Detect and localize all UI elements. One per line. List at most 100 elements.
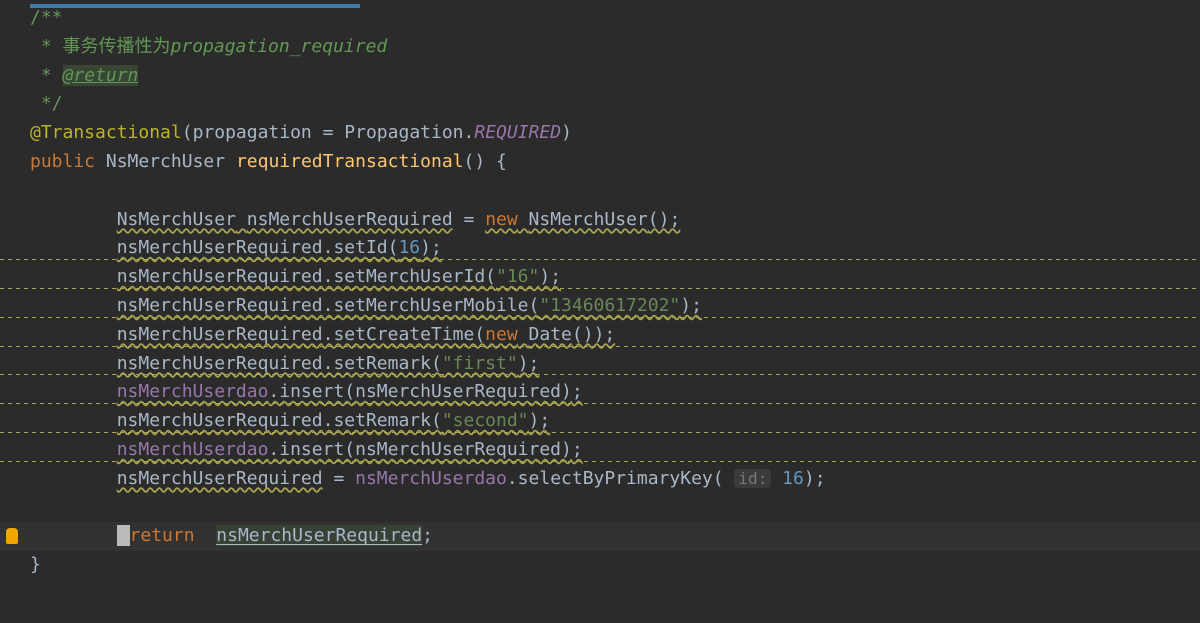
warning-underline — [0, 432, 1200, 433]
var: nsMerchUserRequired — [117, 324, 323, 345]
code-line[interactable]: nsMerchUserRequired.setCreateTime(new Da… — [0, 321, 1200, 350]
var: nsMerchUserRequired — [117, 410, 323, 431]
javadoc-close: */ — [30, 93, 63, 114]
code-line[interactable]: nsMerchUserdao.insert(nsMerchUserRequire… — [0, 378, 1200, 407]
arg: 16 — [398, 237, 420, 258]
call: .insert(nsMerchUserRequired) — [268, 381, 571, 402]
field: nsMerchUserdao — [117, 439, 269, 460]
var: nsMerchUserRequired — [247, 209, 453, 230]
code-line[interactable]: nsMerchUserRequired = nsMerchUserdao.sel… — [0, 465, 1200, 494]
kw-public: public — [30, 151, 95, 172]
field: nsMerchUserdao — [117, 381, 269, 402]
code-line[interactable]: * @return — [0, 62, 1200, 91]
javadoc-open: /** — [30, 7, 63, 28]
param-hint: id: — [734, 469, 771, 488]
caret — [117, 525, 130, 546]
paren: ) — [561, 122, 572, 143]
lhs: nsMerchUserRequired — [117, 468, 323, 489]
javadoc-prefix: * — [30, 36, 63, 57]
code-line[interactable]: nsMerchUserRequired.setRemark("second"); — [0, 407, 1200, 436]
warning-underline — [0, 288, 1200, 289]
warning-underline — [0, 346, 1200, 347]
arg: "first" — [442, 353, 518, 374]
call: .setRemark( — [323, 410, 442, 431]
eq: = — [323, 468, 356, 489]
var: nsMerchUserRequired — [117, 237, 323, 258]
tail: ); — [420, 237, 442, 258]
code-line[interactable]: NsMerchUser nsMerchUserRequired = new Ns… — [0, 206, 1200, 235]
javadoc-return-tag: @return — [63, 65, 139, 86]
code-line[interactable]: nsMerchUserRequired.setRemark("first"); — [0, 350, 1200, 379]
code-line[interactable]: nsMerchUserRequired.setMerchUserId("16")… — [0, 263, 1200, 292]
tail: ()); — [572, 324, 615, 345]
tail: ); — [518, 353, 540, 374]
call: .setMerchUserMobile( — [323, 295, 540, 316]
method-name: requiredTransactional — [236, 151, 464, 172]
tail: (); — [648, 209, 681, 230]
code-line[interactable]: nsMerchUserRequired.setId(16); — [0, 234, 1200, 263]
kw-return: return — [130, 525, 195, 546]
arg: "16" — [496, 266, 539, 287]
tail: ); — [529, 410, 551, 431]
paren: ( — [182, 122, 193, 143]
dot: . — [464, 122, 475, 143]
warning-underline — [0, 317, 1200, 318]
code-line[interactable]: * 事务传播性为propagation_required — [0, 33, 1200, 62]
code-line[interactable]: public NsMerchUser requiredTransactional… — [0, 148, 1200, 177]
javadoc-code: propagation_required — [171, 36, 388, 57]
call: .setId( — [323, 237, 399, 258]
warning-underline — [0, 259, 1200, 260]
warning-underline — [0, 403, 1200, 404]
eq: = — [453, 209, 486, 230]
code-line[interactable]: /** — [0, 4, 1200, 33]
arg: "13460617202" — [539, 295, 680, 316]
blank-line[interactable] — [0, 494, 1200, 523]
var: nsMerchUserRequired — [117, 266, 323, 287]
recv: nsMerchUserdao — [355, 468, 507, 489]
tail: ; — [572, 381, 583, 402]
tail: ; — [422, 525, 433, 546]
code-editor[interactable]: /** * 事务传播性为propagation_required * @retu… — [0, 4, 1200, 580]
code-line[interactable]: } — [0, 551, 1200, 580]
warning-underline — [0, 374, 1200, 375]
param-name: propagation — [193, 122, 312, 143]
javadoc-text: 事务传播性为 — [63, 36, 171, 57]
ctor-type: NsMerchUser — [529, 209, 648, 230]
editor-top-highlight — [30, 4, 360, 8]
return-type: NsMerchUser — [106, 151, 225, 172]
javadoc-prefix: * — [30, 65, 63, 86]
call: .setCreateTime( — [323, 324, 486, 345]
call: .selectByPrimaryKey( — [507, 468, 735, 489]
kw-new: new — [485, 209, 518, 230]
code-line[interactable]: nsMerchUserRequired.setMerchUserMobile("… — [0, 292, 1200, 321]
code-line[interactable]: @Transactional(propagation = Propagation… — [0, 119, 1200, 148]
enum-class: Propagation — [344, 122, 463, 143]
annotation: @Transactional — [30, 122, 182, 143]
tail: ); — [804, 468, 826, 489]
blank-line[interactable] — [0, 177, 1200, 206]
paren: () — [464, 151, 486, 172]
brace: } — [30, 554, 41, 575]
lightbulb-icon[interactable] — [6, 528, 18, 544]
warning-underline — [0, 461, 1200, 462]
return-expr: nsMerchUserRequired — [216, 525, 422, 546]
code-line-current[interactable]: return nsMerchUserRequired; — [0, 522, 1200, 551]
call: .setMerchUserId( — [323, 266, 496, 287]
var: nsMerchUserRequired — [117, 295, 323, 316]
brace: { — [485, 151, 507, 172]
code-line[interactable]: nsMerchUserdao.insert(nsMerchUserRequire… — [0, 436, 1200, 465]
code-line[interactable]: */ — [0, 90, 1200, 119]
tail: ); — [680, 295, 702, 316]
call: .insert(nsMerchUserRequired) — [268, 439, 571, 460]
call: .setRemark( — [323, 353, 442, 374]
tail: ; — [572, 439, 583, 460]
arg: "second" — [442, 410, 529, 431]
kw-new: new — [485, 324, 518, 345]
eq: = — [312, 122, 345, 143]
decl-type: NsMerchUser — [117, 209, 236, 230]
tail: ); — [539, 266, 561, 287]
ctor-type: Date — [529, 324, 572, 345]
var: nsMerchUserRequired — [117, 353, 323, 374]
enum-const: REQUIRED — [474, 122, 561, 143]
arg: 16 — [782, 468, 804, 489]
